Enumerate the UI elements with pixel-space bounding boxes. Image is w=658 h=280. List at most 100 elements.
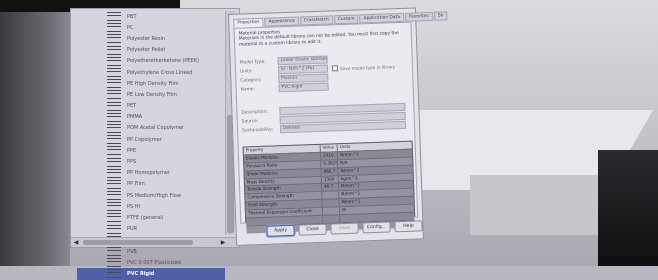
value-cell[interactable] (322, 207, 341, 215)
list-item[interactable]: PP Homopolymer (77, 168, 225, 179)
name-label: Name: (240, 86, 256, 93)
list-item[interactable]: PUR (77, 224, 225, 235)
list-item[interactable]: PP Copolymer (77, 134, 225, 145)
material-label: PE High Density Film (127, 80, 179, 87)
save-units-label: Save model type in library (339, 63, 396, 71)
units-cell: N/A (340, 159, 348, 165)
list-item[interactable]: PE High Density Film (77, 78, 225, 89)
material-icon (107, 112, 121, 122)
list-item[interactable]: PC (77, 22, 225, 33)
value-cell[interactable]: 2410 (320, 152, 339, 160)
units-cell: N/mm^2 (340, 167, 360, 173)
model-type-label: Model Type: (239, 59, 266, 66)
horizontal-scroll-thumb[interactable] (83, 240, 193, 245)
material-label: PE Low Density Film (127, 91, 177, 98)
list-item[interactable]: PVC 0.007 Plasticized (77, 257, 225, 268)
value-cell[interactable]: 40.7 (321, 183, 340, 192)
material-label: PC (127, 24, 134, 31)
monitor-bezel (0, 0, 70, 266)
material-label: PVB (127, 248, 137, 255)
material-label: Polyester Resin (127, 35, 166, 42)
units-cell: N/mm^2 (341, 190, 361, 197)
units-cell: N/mm^2 (339, 151, 359, 158)
units-cell: /K (341, 207, 347, 213)
tab-5[interactable]: Favorites (404, 11, 433, 22)
units-cell: N/mm^2 (340, 182, 361, 189)
desk-object (598, 150, 658, 266)
material-icon (107, 247, 121, 257)
list-item[interactable]: Polyetheretherketone (PEEK) (77, 56, 225, 67)
units-cell: kg/m^3 (340, 175, 358, 181)
properties-tab-body: Material properties Materials in the def… (233, 21, 419, 234)
list-item[interactable]: PS HI (77, 201, 225, 212)
list-item[interactable]: Polyester Pellet (77, 45, 225, 56)
list-item[interactable]: POM Acetal Copolymer (77, 123, 225, 134)
material-icon (107, 224, 121, 234)
material-tree-panel: PBT PC Polyester Resin Polyester Pellet Poly… (70, 8, 240, 280)
scroll-left-icon[interactable]: ◀ (72, 239, 80, 246)
material-icon (107, 101, 121, 111)
units-cell: N/mm^2 (341, 198, 361, 205)
column-header-units[interactable]: Units (338, 143, 366, 151)
list-item[interactable]: PVC Rigid (77, 268, 225, 280)
save-units-checkbox[interactable]: Save model type in library (331, 63, 396, 72)
checkbox-icon[interactable] (331, 65, 339, 72)
value-cell[interactable] (322, 191, 340, 200)
material-icon (107, 179, 121, 189)
material-icon (107, 68, 121, 78)
value-cell[interactable]: 0.3825 (321, 160, 339, 168)
units-label: Units: (239, 68, 253, 75)
material-label: PP Homopolymer (127, 170, 170, 177)
list-item[interactable]: Polyethylene Cross Linked (77, 67, 225, 78)
value-cell[interactable]: 1300 (321, 175, 339, 184)
column-header-value[interactable]: Value (320, 144, 338, 152)
list-item[interactable]: PTFE (general) (77, 212, 225, 223)
value-cell[interactable] (322, 199, 340, 207)
material-label: PS HI (127, 203, 141, 210)
material-icon (107, 146, 121, 156)
value-cell[interactable] (323, 215, 341, 223)
name-field[interactable]: PVC Rigid (278, 82, 329, 93)
material-label: PBT (127, 13, 137, 20)
horizontal-scrollbar[interactable]: ◀ ▶ (71, 237, 239, 247)
help-button[interactable]: Help (394, 220, 423, 233)
material-label: PP Film (127, 181, 145, 188)
material-icon (107, 269, 121, 279)
list-item[interactable]: PMMA (77, 112, 225, 123)
material-icon (107, 90, 121, 100)
material-label: PS Medium/High Flow (127, 192, 181, 199)
apply-button[interactable]: Apply (266, 224, 295, 237)
name-row: Name: PVC Rigid (240, 82, 329, 94)
list-item[interactable]: PET (77, 101, 225, 112)
material-label: PUR (127, 226, 138, 233)
material-icon (107, 168, 121, 178)
material-label: PET (127, 103, 137, 110)
tab-6[interactable]: Sh (433, 11, 448, 21)
config-button[interactable]: Config... (362, 221, 391, 234)
list-item[interactable]: PS Medium/High Flow (77, 190, 225, 201)
material-label: Polyethylene Cross Linked (127, 69, 193, 76)
scroll-right-icon[interactable]: ▶ (219, 239, 227, 246)
material-icon (107, 34, 121, 44)
material-icon (107, 79, 121, 89)
list-item[interactable]: PPS (77, 156, 225, 167)
material-icon (107, 12, 121, 22)
material-icon (107, 157, 121, 167)
list-item[interactable]: PPE (77, 145, 225, 156)
list-item[interactable]: PP Film (77, 179, 225, 190)
list-item[interactable]: PE Low Density Film (77, 89, 225, 100)
material-icon (107, 56, 121, 66)
material-icon (107, 191, 121, 201)
material-dialog: Properties Appearance CrossHatch Custom Appl… (228, 7, 448, 246)
list-item[interactable]: PBT (77, 11, 225, 22)
material-label: PMMA (127, 114, 143, 121)
list-item[interactable]: Polyester Resin (77, 33, 225, 44)
close-button[interactable]: Close (298, 223, 327, 236)
material-icon (107, 202, 121, 212)
save-button[interactable]: Save (330, 222, 359, 235)
value-cell[interactable]: 866.7 (321, 167, 339, 176)
material-label: PPE (127, 147, 137, 154)
units-cell (340, 214, 368, 222)
list-item[interactable]: PVB (77, 246, 225, 257)
material-label: POM Acetal Copolymer (127, 125, 185, 132)
